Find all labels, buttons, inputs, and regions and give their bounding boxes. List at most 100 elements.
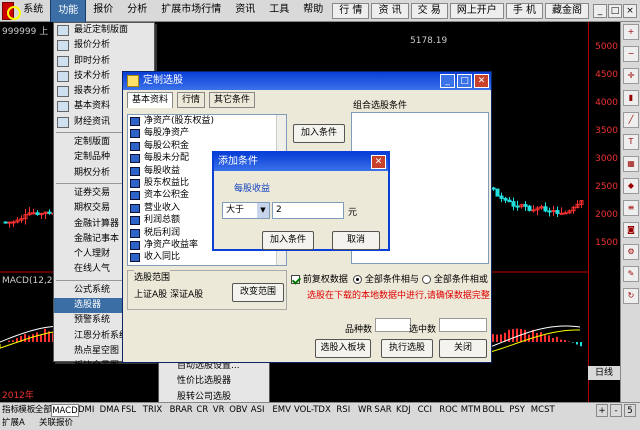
indicator-tab[interactable]: VOL-TDX: [294, 404, 331, 417]
indicator-tab[interactable]: KDJ: [396, 404, 411, 417]
maximize-icon[interactable]: □: [608, 3, 622, 18]
submenu-item[interactable]: 性价比选股器: [159, 374, 269, 389]
menu-item-0[interactable]: 系统: [16, 0, 50, 23]
quick-button-4[interactable]: 手 机: [505, 2, 543, 19]
field-icon: [130, 240, 140, 250]
indicator-tab[interactable]: 指标: [2, 404, 19, 417]
add-condition-button[interactable]: 加入条件: [293, 124, 345, 143]
zoom-in-icon[interactable]: +: [623, 24, 639, 40]
indicator-tab[interactable]: BRAR: [170, 404, 193, 417]
menu-item-1[interactable]: 功能: [50, 0, 87, 23]
field-icon: [130, 216, 140, 226]
quick-button-5[interactable]: 藏金阁: [545, 2, 589, 19]
radio-and[interactable]: [353, 275, 362, 284]
tab-basic-info[interactable]: 基本资料: [127, 92, 174, 108]
indicator-tab[interactable]: FSL: [121, 404, 136, 417]
close-icon[interactable]: ✕: [371, 155, 386, 169]
radio-or-option[interactable]: 全部条件相或: [422, 272, 488, 285]
period-label[interactable]: 日线: [588, 366, 620, 380]
candle-body: [39, 213, 44, 216]
ruler-icon[interactable]: ≡: [623, 200, 639, 216]
indicator-tab[interactable]: TRIX: [143, 404, 162, 417]
bookmark-icon[interactable]: ◆: [623, 178, 639, 194]
close-icon[interactable]: ✕: [474, 74, 489, 88]
zoom-out-icon[interactable]: −: [623, 46, 639, 62]
quick-button-0[interactable]: 行 情: [332, 2, 370, 19]
condition-list-label: 税后利润: [144, 227, 181, 238]
indicator-tab[interactable]: 模板: [18, 404, 35, 417]
confirm-add-button[interactable]: 加入条件: [262, 231, 314, 250]
change-range-button[interactable]: 改变范围: [232, 283, 284, 302]
select-to-block-button[interactable]: 选股入板块: [315, 339, 371, 358]
condition-list-label: 净资产(股东权益): [144, 116, 215, 126]
pencil-icon[interactable]: ✎: [623, 266, 639, 282]
bottom-control-2[interactable]: 5: [624, 404, 636, 417]
menu-item-3[interactable]: 分析: [120, 0, 154, 23]
indicator-tab[interactable]: 全部: [35, 404, 52, 417]
menu-item[interactable]: 最近定制版面: [54, 23, 154, 38]
indicator-tab[interactable]: DMI: [78, 404, 94, 417]
indicator-tab[interactable]: EMV: [272, 404, 291, 417]
menu-item[interactable]: 报价分析: [54, 38, 154, 53]
close-button[interactable]: 关闭: [439, 339, 487, 358]
maximize-button[interactable]: □: [457, 74, 472, 88]
indicator-tab[interactable]: BOLL: [482, 404, 504, 417]
menu-item-6[interactable]: 工具: [262, 0, 296, 23]
adjusted-data-option[interactable]: 前复权数据: [291, 272, 348, 285]
indicator-tab[interactable]: MTM: [461, 404, 481, 417]
status-tab[interactable]: 扩展A: [2, 417, 25, 430]
line-icon[interactable]: ╱: [623, 112, 639, 128]
cancel-button[interactable]: 取消: [332, 231, 380, 250]
price-tick: 2000: [595, 210, 618, 220]
grid-icon[interactable]: ▦: [623, 156, 639, 172]
indicator-tab[interactable]: CCI: [418, 404, 432, 417]
quick-button-2[interactable]: 交 易: [410, 2, 448, 19]
condition-list-item[interactable]: 净资产(股东权益): [128, 115, 286, 127]
indicator-tab[interactable]: DMA: [100, 404, 120, 417]
text-icon[interactable]: T: [623, 134, 639, 150]
menu-item-7[interactable]: 帮助: [296, 0, 330, 23]
indicator-tab[interactable]: CR: [196, 404, 208, 417]
operator-select[interactable]: 大于 ▼: [222, 202, 270, 219]
refresh-icon[interactable]: ↻: [623, 288, 639, 304]
quick-button-3[interactable]: 网上开户: [449, 2, 504, 19]
indicator-tab[interactable]: ROC: [439, 404, 458, 417]
execute-picker-button[interactable]: 执行选股: [381, 339, 433, 358]
value-input[interactable]: 2: [272, 202, 344, 219]
bottom-control-0[interactable]: +: [596, 404, 608, 417]
menu-item-label: 公式系统: [74, 284, 111, 295]
menu-item[interactable]: 即时分析: [54, 54, 154, 69]
indicator-tab[interactable]: MCST: [531, 404, 555, 417]
indicator-tab[interactable]: SAR: [374, 404, 391, 417]
indicator-tab[interactable]: PSY: [509, 404, 525, 417]
indicator-tab[interactable]: OBV: [229, 404, 247, 417]
quick-button-1[interactable]: 资 讯: [371, 2, 409, 19]
condition-list-item[interactable]: 每股净资产: [128, 127, 286, 139]
settings-icon[interactable]: ⚙: [623, 244, 639, 260]
bottom-control-1[interactable]: -: [610, 404, 622, 417]
minimize-icon[interactable]: _: [593, 3, 607, 18]
tab-quotes[interactable]: 行情: [177, 92, 206, 108]
crosshair-icon[interactable]: ✛: [623, 68, 639, 84]
condition-list-item[interactable]: 收入同比: [128, 251, 286, 263]
minimize-button[interactable]: _: [440, 74, 455, 88]
adjusted-data-checkbox[interactable]: [291, 275, 300, 284]
tab-other[interactable]: 其它条件: [209, 92, 256, 108]
indicator-tab[interactable]: RSI: [336, 404, 350, 417]
menu-item-5[interactable]: 资讯: [228, 0, 262, 23]
indicator-tab[interactable]: MACD: [51, 404, 79, 417]
macd-bar: [580, 342, 582, 347]
radio-and-option[interactable]: 全部条件相与: [353, 272, 419, 285]
indicator-tab[interactable]: ASI: [251, 404, 265, 417]
condition-list-label: 每股未分配: [144, 153, 190, 164]
close-icon[interactable]: ×: [623, 3, 637, 18]
chevron-down-icon[interactable]: ▼: [257, 203, 269, 218]
menu-item-4[interactable]: 扩展市场行情: [154, 0, 228, 23]
indicator-tab[interactable]: VR: [213, 404, 225, 417]
lock-icon[interactable]: ◙: [623, 222, 639, 238]
menu-item-2[interactable]: 报价: [86, 0, 120, 23]
indicator-tab[interactable]: WR: [358, 404, 372, 417]
status-tab[interactable]: 关联报价: [39, 417, 73, 430]
radio-or[interactable]: [422, 275, 431, 284]
candle-icon[interactable]: ▮: [623, 90, 639, 106]
